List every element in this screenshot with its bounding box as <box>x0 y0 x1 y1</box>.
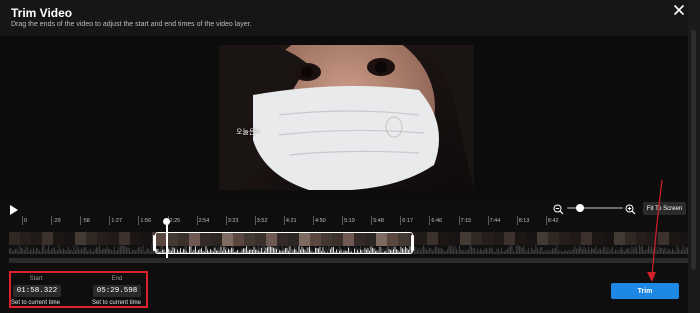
start-time-field[interactable]: 01:58.322 <box>13 285 61 297</box>
close-icon[interactable] <box>672 3 686 17</box>
ruler-tick-label: 1:56 <box>140 218 152 224</box>
ruler-tick-label: 2:54 <box>198 218 210 224</box>
playhead[interactable] <box>166 220 168 262</box>
ruler-tick <box>342 216 344 225</box>
ruler-tick <box>545 216 547 225</box>
trim-selection[interactable] <box>155 232 413 254</box>
ruler-tick-label: 7:15 <box>460 218 472 224</box>
ruler-tick-label: 5:48 <box>373 218 384 224</box>
ruler-tick-label: 0 <box>24 218 28 224</box>
ruler-tick <box>196 216 198 225</box>
set-end-current-button[interactable]: Set to current time <box>92 300 141 306</box>
ruler-tick-label: :29 <box>53 218 61 224</box>
ruler-tick <box>371 216 373 225</box>
ruler-tick <box>313 216 314 225</box>
ruler-tick-label: 4:21 <box>285 218 297 224</box>
ruler-tick-label: 8:13 <box>518 218 530 224</box>
set-start-current-button[interactable]: Set to current time <box>11 300 60 306</box>
zoom-in-icon[interactable] <box>625 202 636 215</box>
ruler-tick-label: 3:23 <box>227 218 239 224</box>
ruler-tick-label: 4:50 <box>315 218 326 224</box>
ruler-tick <box>283 216 285 225</box>
ruler-tick <box>22 216 23 225</box>
timeline-scrollbar[interactable] <box>9 258 688 263</box>
ruler-tick-label: 1:27 <box>111 218 123 224</box>
ruler-tick-label: 6:17 <box>402 218 414 224</box>
ruler-tick <box>138 216 140 225</box>
trim-start-handle[interactable] <box>153 235 156 251</box>
end-label: End <box>111 276 123 282</box>
trim-end-handle[interactable] <box>411 235 414 251</box>
ruler-tick <box>429 216 431 225</box>
ruler-tick-label: 6:46 <box>431 218 443 224</box>
ruler-tick <box>80 216 82 225</box>
playhead-knob[interactable] <box>163 218 170 225</box>
video-caption: 오늘은~ <box>236 129 260 136</box>
start-label: Start <box>29 276 43 282</box>
play-icon[interactable] <box>9 203 19 215</box>
ruler-tick-label: 3:52 <box>256 218 268 224</box>
ruler-tick-label: :58 <box>82 218 90 224</box>
annotation-arrow <box>647 179 663 282</box>
zoom-out-icon[interactable] <box>553 202 564 215</box>
ruler-tick <box>516 216 518 225</box>
zoom-slider-handle[interactable] <box>576 204 584 212</box>
end-time-field[interactable]: 05:29.598 <box>93 285 141 297</box>
dialog-header: Trim Video Drag the ends of the video to… <box>0 0 700 36</box>
dialog-subtitle: Drag the ends of the video to adjust the… <box>11 21 252 28</box>
ruler-tick-label: 5:19 <box>344 218 355 224</box>
ruler-tick <box>51 216 53 225</box>
ruler-tick-label: 8:42 <box>547 218 559 224</box>
ruler-tick <box>487 216 489 225</box>
ruler-tick <box>400 216 402 225</box>
ruler-tick <box>225 216 227 225</box>
dialog-title: Trim Video <box>11 6 73 20</box>
scrollbar-thumb[interactable] <box>691 30 696 270</box>
ruler-tick <box>458 216 460 225</box>
ruler-tick-label: 7:44 <box>489 218 501 224</box>
video-preview: 오늘은~ <box>219 45 474 190</box>
ruler-tick-label: 2:25 <box>169 218 181 224</box>
ruler-tick <box>254 216 256 225</box>
ruler-tick <box>109 216 111 225</box>
